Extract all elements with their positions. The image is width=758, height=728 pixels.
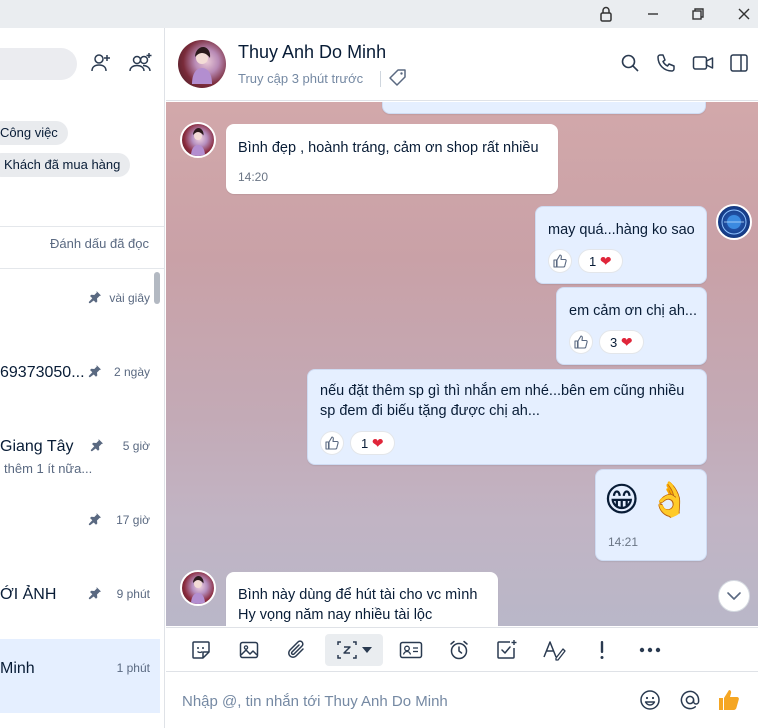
pin-icon — [88, 290, 102, 304]
message-text: Bình đẹp , hoành tráng, cảm ơn shop rất … — [238, 140, 539, 156]
conversation-name: ỚI ẢNH — [0, 586, 57, 603]
conversation-time: 5 giờ — [122, 439, 150, 453]
contact-card-icon[interactable] — [394, 634, 428, 666]
attachment-icon[interactable] — [280, 634, 314, 666]
lock-icon[interactable] — [594, 2, 618, 26]
reaction-count[interactable]: 1 ❤ — [350, 431, 395, 455]
conversation-item[interactable]: Giang Tây thêm 1 ít nữa... 5 giờ — [0, 417, 160, 491]
emoji-icon[interactable] — [638, 688, 662, 712]
phone-icon[interactable] — [654, 51, 678, 75]
close-icon[interactable] — [732, 2, 756, 26]
own-avatar[interactable] — [716, 204, 752, 240]
conversation-panel: Công việc Khách đã mua hàng Đánh dấu đã … — [0, 28, 165, 728]
heart-icon: ❤ — [599, 253, 612, 269]
divider — [0, 226, 164, 227]
message-text: may quá...hàng ko sao — [548, 222, 695, 238]
conversation-name: 69373050... — [0, 364, 85, 381]
message-bubble-partial[interactable] — [382, 102, 706, 114]
message-input[interactable]: Nhập @, tin nhắn tới Thuy Anh Do Minh — [182, 693, 448, 710]
tag-khach-da-mua-hang[interactable]: Khách đã mua hàng — [0, 153, 131, 177]
tag-cong-viec[interactable]: Công việc — [0, 121, 68, 145]
reminder-icon[interactable] — [442, 634, 476, 666]
quick-like-icon[interactable] — [717, 688, 741, 712]
mark-read-link[interactable]: Đánh dấu đã đọc — [50, 236, 149, 251]
pin-icon — [90, 438, 104, 452]
like-icon[interactable] — [569, 330, 593, 354]
conversation-time: 9 phút — [116, 587, 150, 601]
message-bubble[interactable]: Bình đẹp , hoành tráng, cảm ơn shop rất … — [226, 124, 558, 194]
message-bubble[interactable]: 😁 👌 14:21 — [595, 469, 707, 561]
message-text: sp đem đi biếu tặng được chị ah... — [320, 403, 540, 419]
message-bubble[interactable]: nếu đặt thêm sp gì thì nhắn em nhé...bên… — [307, 369, 707, 465]
heart-icon: ❤ — [371, 435, 384, 451]
urgent-icon[interactable] — [585, 634, 619, 666]
contact-status: Truy cập 3 phút trước — [238, 71, 364, 86]
message-text: em cảm ơn chị ah... — [569, 303, 697, 319]
message-text: nếu đặt thêm sp gì thì nhắn em nhé...bên… — [320, 383, 685, 399]
message-composer[interactable]: Nhập @, tin nhắn tới Thuy Anh Do Minh — [166, 673, 758, 728]
conversation-time: vài giây — [109, 291, 150, 305]
tag-icon[interactable] — [388, 68, 408, 88]
conversation-item[interactable]: 69373050... 2 ngày — [0, 343, 160, 417]
chevron-down-icon — [362, 647, 372, 653]
heart-icon: ❤ — [620, 334, 633, 350]
conversation-time: 17 giờ — [116, 513, 150, 527]
message-time: 14:21 — [608, 535, 639, 549]
contact-avatar[interactable] — [178, 40, 226, 88]
task-icon[interactable] — [489, 634, 523, 666]
minimize-icon[interactable] — [641, 2, 665, 26]
scrollbar[interactable] — [154, 272, 160, 304]
conversation-preview: thêm 1 ít nữa... — [4, 461, 93, 476]
contact-avatar-small[interactable] — [180, 122, 216, 158]
pin-icon — [88, 364, 102, 378]
create-group-icon[interactable] — [128, 50, 154, 76]
conversation-item[interactable]: 17 giờ — [0, 491, 160, 565]
mention-icon[interactable] — [678, 688, 702, 712]
like-icon[interactable] — [548, 249, 572, 273]
reaction-count[interactable]: 3 ❤ — [599, 330, 644, 354]
composer-toolbar — [166, 627, 758, 672]
search-input[interactable] — [0, 48, 77, 80]
message-text: Bình này dùng để hút tài cho vc mình — [238, 587, 478, 603]
maximize-icon[interactable] — [686, 2, 710, 26]
conversation-item[interactable]: ỚI ẢNH 9 phút — [0, 565, 160, 639]
contact-name: Thuy Anh Do Minh — [238, 42, 387, 62]
search-icon[interactable] — [618, 51, 642, 75]
scroll-to-bottom-button[interactable] — [718, 580, 750, 612]
reaction-count[interactable]: 1 ❤ — [578, 249, 623, 273]
toggle-sidebar-icon[interactable] — [727, 51, 751, 75]
message-bubble[interactable]: may quá...hàng ko sao 1 ❤ — [535, 206, 707, 284]
text-format-icon[interactable] — [537, 634, 571, 666]
conversation-item[interactable]: Minh 1 phút — [0, 639, 160, 713]
conversation-item[interactable]: vài giây — [0, 269, 160, 343]
screenshot-button[interactable] — [325, 634, 383, 666]
conversation-time: 1 phút — [116, 661, 150, 675]
reaction-count-value: 3 — [610, 335, 618, 350]
like-icon[interactable] — [320, 431, 344, 455]
window-titlebar — [0, 0, 758, 28]
image-icon[interactable] — [232, 634, 266, 666]
reaction-count-value: 1 — [589, 254, 597, 269]
contact-avatar-small[interactable] — [180, 570, 216, 606]
add-friend-icon[interactable] — [88, 50, 114, 76]
video-call-icon[interactable] — [691, 51, 715, 75]
emoji-message: 😁 👌 — [604, 481, 692, 519]
message-area[interactable]: Bình đẹp , hoành tráng, cảm ơn shop rất … — [166, 102, 758, 626]
more-icon[interactable] — [633, 634, 667, 666]
pin-icon — [88, 586, 102, 600]
conversation-name: Giang Tây — [0, 438, 74, 455]
message-text: Hy vọng năm nay nhiều tài lộc — [238, 607, 433, 623]
sticker-icon[interactable] — [184, 634, 218, 666]
reaction-count-value: 1 — [361, 436, 369, 451]
message-bubble[interactable]: Bình này dùng để hút tài cho vc mình Hy … — [226, 572, 498, 626]
pin-icon — [88, 512, 102, 526]
conversation-name: Minh — [0, 660, 35, 677]
status-separator — [380, 71, 381, 87]
message-bubble[interactable]: em cảm ơn chị ah... 3 ❤ — [556, 287, 707, 365]
conversation-time: 2 ngày — [113, 365, 150, 379]
message-time: 14:20 — [238, 170, 269, 184]
chat-header: Thuy Anh Do Minh Truy cập 3 phút trước — [166, 28, 758, 101]
